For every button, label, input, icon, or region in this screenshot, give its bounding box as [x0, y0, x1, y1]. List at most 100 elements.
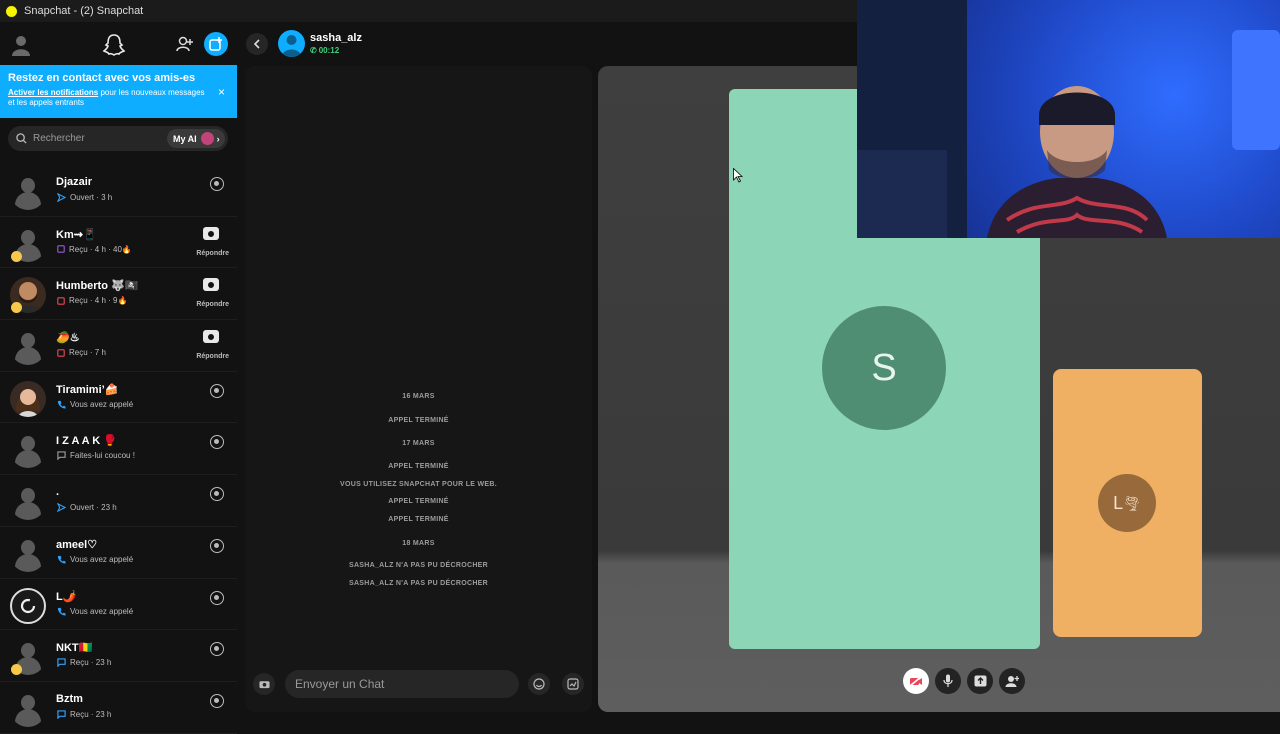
search-icon: [16, 133, 27, 144]
search-input[interactable]: Rechercher My AI ›: [8, 126, 228, 151]
conversation-name: 🥭♨: [56, 332, 80, 345]
conversation-status: Reçu · 4 h · 9🔥: [57, 296, 127, 305]
conversation-row[interactable]: Bztm Reçu · 23 h: [0, 682, 237, 734]
camera-icon[interactable]: [210, 590, 224, 605]
chevron-left-icon: [253, 39, 260, 49]
sticker-button[interactable]: [562, 673, 584, 695]
self-participant-tile[interactable]: L 🌪: [1053, 369, 1202, 637]
add-participant-icon: [1005, 676, 1019, 687]
share-screen-button[interactable]: [967, 668, 993, 694]
call-icon: [57, 555, 66, 564]
camera-icon[interactable]: [210, 383, 224, 398]
add-friend-button[interactable]: [174, 33, 196, 55]
camera-button[interactable]: [253, 673, 275, 695]
reply-camera-icon[interactable]: [203, 278, 219, 292]
chat-input[interactable]: Envoyer un Chat: [285, 670, 519, 698]
default-avatar: [10, 329, 46, 366]
phone-icon: ✆: [310, 46, 317, 55]
window-title: Snapchat - (2) Snapchat: [24, 5, 144, 17]
microphone-icon: [943, 674, 953, 687]
conversation-name: Djazair: [56, 176, 93, 188]
conversation-status: Reçu · 23 h: [57, 658, 111, 668]
snapchat-ghost-button[interactable]: [100, 31, 128, 59]
conversation-name: .: [56, 486, 60, 499]
conversation-row[interactable]: I Z A A K 🥊 Faites-lui coucou !: [0, 423, 237, 476]
chat-pane: 16 MARS APPEL TERMINÉ 17 MARS APPEL TERMINÉ…: [245, 66, 592, 712]
conversation-row[interactable]: Djazair Ouvert · 3 h: [0, 165, 237, 217]
conversation-row[interactable]: NKT🇬🇳 Reçu · 23 h: [0, 630, 237, 682]
contact-avatar[interactable]: [278, 30, 305, 57]
received-square-icon: [57, 297, 65, 305]
system-message: APPEL TERMINÉ: [388, 463, 449, 470]
camera-icon[interactable]: [210, 177, 224, 191]
profile-avatar-button[interactable]: [8, 32, 34, 58]
reply-label[interactable]: Répondre: [196, 301, 229, 308]
reply-camera-icon[interactable]: [203, 226, 219, 240]
conversation-name: Bztm: [56, 692, 83, 705]
bitmoji-avatar: [10, 380, 46, 417]
my-ai-avatar: [200, 132, 214, 145]
self-participant-avatar: L 🌪: [1098, 474, 1156, 532]
chevron-right-icon: ›: [216, 133, 220, 144]
story-avatar: [10, 587, 46, 624]
camera-icon[interactable]: [210, 693, 224, 708]
tornado-icon: 🌪: [1123, 494, 1141, 511]
date-separator: 17 MARS: [402, 440, 435, 447]
chat-bar: Envoyer un Chat: [245, 670, 592, 700]
new-chat-button[interactable]: [204, 32, 228, 56]
reply-camera-icon[interactable]: [203, 330, 219, 344]
microphone-button[interactable]: [935, 668, 961, 694]
conversation-row[interactable]: Humberto 🐺🏴‍☠️ Reçu · 4 h · 9🔥 Répondre: [0, 268, 237, 321]
person-silhouette: [987, 86, 1167, 238]
conversation-status: Ouvert · 3 h: [57, 193, 112, 202]
camera-icon[interactable]: [210, 538, 224, 553]
back-button[interactable]: [246, 33, 268, 55]
conversation-status: Vous avez appelé: [57, 400, 133, 409]
mouse-cursor-icon: [733, 168, 743, 183]
date-separator: 16 MARS: [402, 393, 435, 400]
my-ai-label: My AI: [173, 133, 197, 144]
default-avatar: [10, 484, 46, 521]
sidebar-topbar: [0, 22, 237, 65]
conversation-row[interactable]: L🌶️ Vous avez appelé: [0, 579, 237, 631]
camera-off-button[interactable]: [903, 668, 929, 694]
reply-label[interactable]: Répondre: [196, 353, 229, 360]
add-participant-button[interactable]: [999, 668, 1025, 694]
camera-icon[interactable]: [210, 487, 224, 502]
sticker-icon: [567, 678, 579, 690]
default-avatar: [10, 174, 46, 210]
conversation-row[interactable]: . Ouvert · 23 h: [0, 475, 237, 527]
webcam-overlay: [857, 0, 1280, 238]
enable-notifications-link[interactable]: Activer les notifications: [8, 88, 98, 97]
add-friend-icon: [176, 36, 193, 52]
camera-off-icon: [909, 675, 923, 687]
my-ai-button[interactable]: My AI ›: [167, 129, 225, 148]
conversation-row[interactable]: Tiramimi’🍰 Vous avez appelé: [0, 372, 237, 424]
camera-icon[interactable]: [210, 435, 224, 450]
date-separator: 18 MARS: [402, 540, 435, 547]
contact-name[interactable]: sasha_alz: [310, 32, 362, 44]
system-message: APPEL TERMINÉ: [388, 417, 449, 424]
system-message: VOUS UTILISEZ SNAPCHAT POUR LE WEB.: [340, 481, 497, 488]
conversation-row[interactable]: ameel♡ Vous avez appelé: [0, 527, 237, 579]
conversation-name: L🌶️: [56, 590, 77, 603]
close-banner-button[interactable]: ×: [218, 85, 225, 99]
chat-input-placeholder: Envoyer un Chat: [295, 677, 385, 691]
main-participant-avatar: S: [822, 306, 946, 430]
chat-square-icon: [57, 658, 66, 668]
banner-text: Activer les notifications pour les nouve…: [8, 88, 205, 107]
chat-header: sasha_alz ✆ 00:12: [237, 22, 857, 65]
sent-arrow-icon: [57, 193, 66, 202]
search-placeholder: Rechercher: [33, 133, 85, 144]
camera-icon[interactable]: [210, 642, 224, 657]
conversation-row[interactable]: Km⇝📱 Reçu · 4 h · 40🔥 Répondre: [0, 217, 237, 269]
emoji-button[interactable]: [528, 673, 550, 695]
emoji-badge-icon: [11, 250, 22, 262]
system-message: SASHA_ALZ N'A PAS PU DÉCROCHER: [348, 562, 488, 569]
chat-square-icon: [57, 710, 66, 719]
reply-label[interactable]: Répondre: [196, 250, 229, 257]
conversation-row[interactable]: 🥭♨ Reçu · 7 h Répondre: [0, 320, 237, 372]
profile-avatar-icon: [12, 36, 30, 56]
conversation-status: Reçu · 4 h · 40🔥: [57, 245, 132, 254]
default-avatar: [10, 536, 46, 572]
